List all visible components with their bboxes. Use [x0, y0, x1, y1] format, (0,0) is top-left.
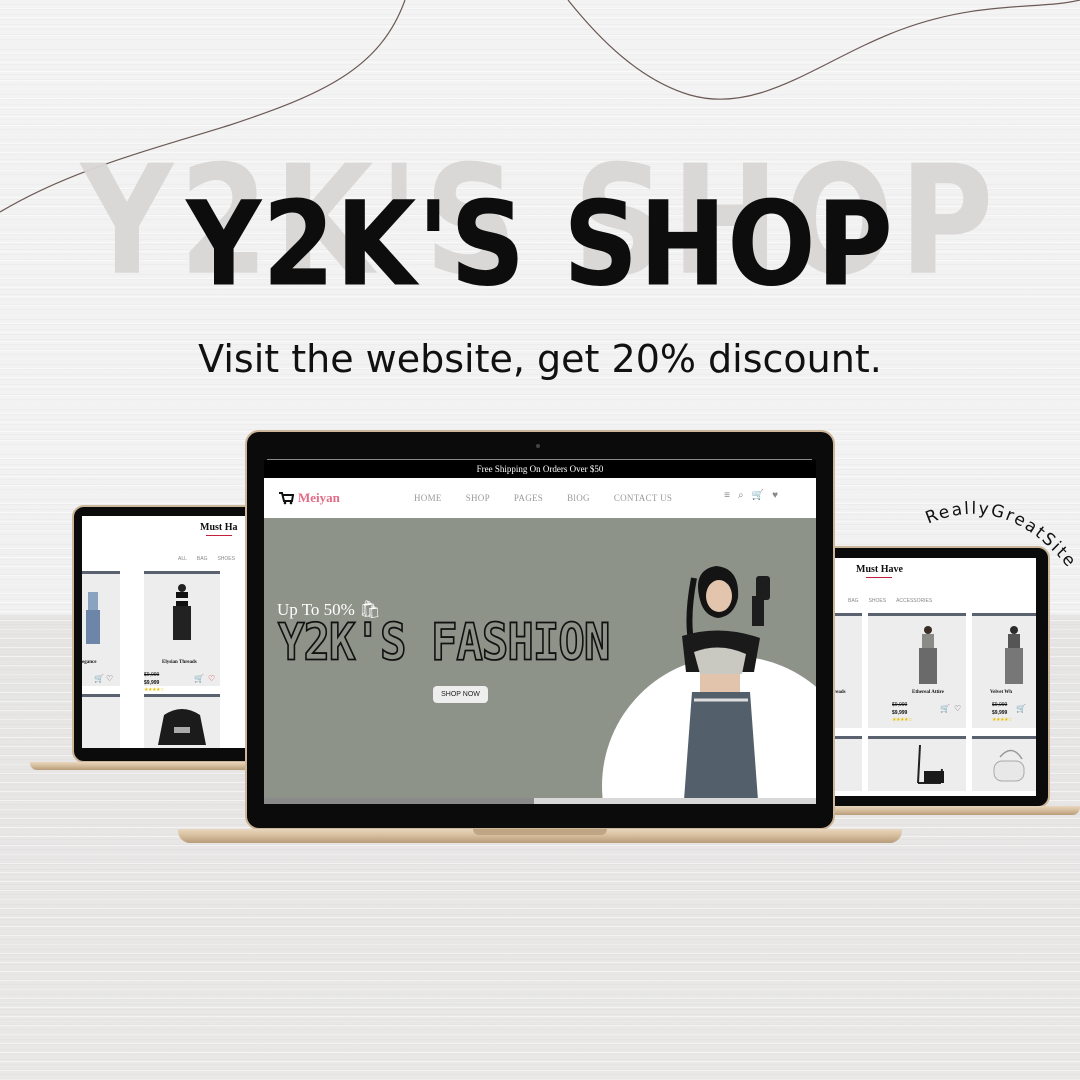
- product-card[interactable]: egance 🛒 ♡: [82, 571, 120, 686]
- product-image: [1005, 626, 1023, 684]
- menu-icon[interactable]: ≡: [724, 490, 730, 501]
- product-name: reads: [834, 690, 846, 695]
- price: $9,999: [892, 710, 908, 716]
- product-name: Elysian Threads: [162, 660, 197, 665]
- hero-model-image: [682, 566, 770, 798]
- product-card[interactable]: Elysian Threads $9,999 $9,999 ★★★★☆ 🛒 ♡: [144, 571, 220, 693]
- announcement-bar: Free Shipping On Orders Over $50: [264, 460, 816, 478]
- price: $9,999: [992, 710, 1008, 716]
- page-title: Y2K'S SHOP: [186, 175, 894, 313]
- nav-pages[interactable]: PAGES: [514, 493, 543, 503]
- product-card[interactable]: Velvet Wh $9,999 $9,999 ★★★★☆ 🛒: [972, 613, 1036, 728]
- shop-now-button[interactable]: SHOP NOW: [433, 686, 488, 703]
- heart-icon[interactable]: ♡: [106, 674, 113, 683]
- heart-icon[interactable]: ♡: [208, 674, 215, 683]
- nav-blog[interactable]: BlOG: [567, 493, 590, 503]
- header-icons: ≡ ⌕ 🛒 ♥: [724, 490, 778, 501]
- nav-contact[interactable]: CONTACT US: [614, 493, 672, 503]
- site-logo[interactable]: Meiyan: [278, 490, 340, 506]
- search-icon[interactable]: ⌕: [738, 490, 744, 501]
- product-card[interactable]: [868, 736, 966, 791]
- rating-stars: ★★★★☆: [992, 717, 1012, 723]
- section-title: Must Have: [856, 564, 903, 578]
- product-card[interactable]: Ethereal Attire $9,999 $9,999 ★★★★☆ 🛒 ♡: [868, 613, 966, 728]
- promo-subtitle: Visit the website, get 20% discount.: [198, 337, 882, 381]
- cart-icon[interactable]: 🛒: [940, 704, 950, 713]
- cart-icon[interactable]: 🛒: [194, 674, 204, 683]
- old-price: $9,999: [144, 672, 160, 678]
- cart-logo-icon: [279, 492, 294, 505]
- product-card[interactable]: [972, 736, 1036, 791]
- main-website: Free Shipping On Orders Over $50 Meiyan …: [264, 460, 816, 804]
- price: $9,999: [144, 680, 160, 686]
- hero-banner: Up To 50% 🛍 Y2K'S FASHION SHOP NOW: [264, 518, 816, 798]
- nav-shop[interactable]: SHOP: [466, 493, 490, 503]
- product-name: Velvet Wh: [990, 690, 1013, 695]
- rating-stars: ★★★★☆: [144, 687, 164, 693]
- category-accessories[interactable]: ACCESSORIES: [896, 598, 932, 604]
- product-card[interactable]: reads: [834, 613, 862, 728]
- product-card[interactable]: [82, 694, 120, 748]
- product-image: [917, 744, 944, 784]
- camera-icon: [536, 444, 540, 448]
- category-shoes[interactable]: SHOES: [217, 556, 235, 562]
- heart-icon[interactable]: ♥: [772, 490, 778, 501]
- product-name: egance: [82, 660, 97, 665]
- cart-icon[interactable]: 🛒: [94, 674, 104, 683]
- product-image: [158, 709, 206, 745]
- main-nav: HOME SHOP PAGES BlOG CONTACT US: [414, 478, 672, 518]
- section-title: Must Ha: [200, 522, 238, 536]
- site-header: Meiyan HOME SHOP PAGES BlOG CONTACT US ≡…: [264, 478, 816, 518]
- left-website: Must Ha ALL BAG SHOES egance 🛒 ♡ Elysian…: [82, 516, 252, 748]
- old-price: $9,999: [892, 702, 908, 708]
- category-bag[interactable]: BAG: [197, 556, 208, 562]
- scrollbar-thumb[interactable]: [264, 798, 535, 804]
- product-card[interactable]: [834, 736, 862, 791]
- category-all[interactable]: ALL: [178, 556, 187, 562]
- nav-home[interactable]: HOME: [414, 493, 442, 503]
- product-image: [86, 592, 100, 644]
- cart-icon[interactable]: 🛒: [752, 490, 764, 501]
- product-image: [993, 749, 1025, 782]
- old-price: $9,999: [992, 702, 1008, 708]
- product-card[interactable]: [144, 694, 220, 748]
- logo-text: Meiyan: [298, 490, 340, 505]
- cart-icon[interactable]: 🛒: [1016, 704, 1026, 713]
- horizontal-scrollbar[interactable]: [264, 798, 816, 804]
- right-website: Must Have BAG SHOES ACCESSORIES reads Et…: [834, 558, 1036, 796]
- heart-icon[interactable]: ♡: [954, 704, 961, 713]
- product-image: [919, 626, 937, 684]
- category-bag[interactable]: BAG: [848, 598, 859, 604]
- rating-stars: ★★★★☆: [892, 717, 912, 723]
- product-name: Ethereal Attire: [912, 690, 944, 695]
- category-shoes[interactable]: SHOES: [869, 598, 887, 604]
- hero-headline: Y2K'S FASHION: [277, 613, 611, 673]
- product-image: [170, 584, 194, 640]
